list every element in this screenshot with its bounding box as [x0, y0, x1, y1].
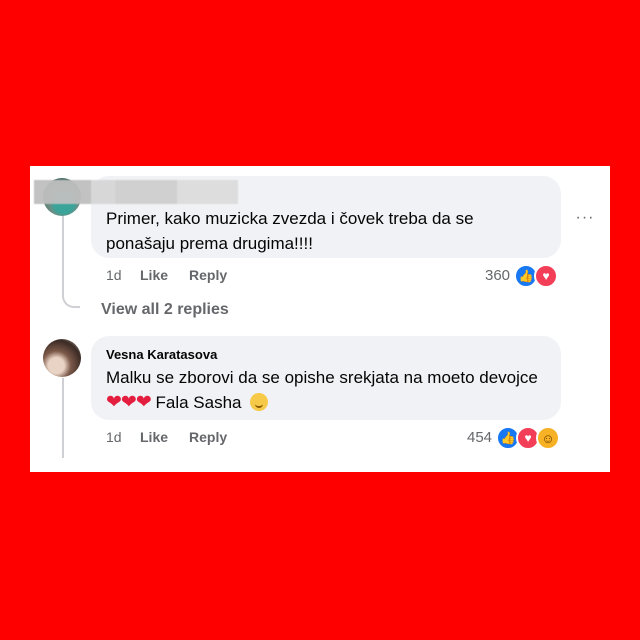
comment-text-line: Fala Sasha [155, 393, 242, 412]
comment-text-line: ponašaju prema drugima!!!! [106, 234, 313, 253]
like-button[interactable]: Like [140, 267, 168, 283]
comment-text: Primer, kako muzicka zvezda i čovek treb… [106, 206, 546, 256]
view-replies-link[interactable]: View all 2 replies [101, 301, 229, 319]
comment-text: Malku se zborovi da se opishe srekjata n… [106, 365, 546, 415]
redacted-author-name [34, 180, 238, 204]
love-icon[interactable]: ♥ [534, 264, 558, 288]
smiling-emoji-icon [250, 393, 269, 411]
avatar[interactable] [43, 339, 81, 377]
reaction-count[interactable]: 360 [485, 267, 510, 284]
comment-text-line: Malku se zborovi da se opishe srekjata n… [106, 368, 538, 387]
reply-button[interactable]: Reply [189, 429, 227, 445]
care-icon[interactable]: ☺ [536, 426, 560, 450]
heart-emoji-icon: ❤❤❤ [106, 392, 152, 413]
thread-connector-line [62, 378, 64, 458]
like-button[interactable]: Like [140, 429, 168, 445]
more-options-icon[interactable]: ··· [574, 208, 596, 228]
comment-text-line: Primer, kako muzicka zvezda i čovek treb… [106, 209, 474, 228]
comment-bubble: Vesna Karatasova Malku se zborovi da se … [91, 336, 561, 420]
comment-timestamp[interactable]: 1d [106, 267, 122, 283]
reaction-count[interactable]: 454 [467, 429, 492, 446]
comment-timestamp[interactable]: 1d [106, 429, 122, 445]
thread-connector-line [62, 215, 64, 297]
comment-author[interactable]: Vesna Karatasova [106, 347, 546, 363]
reply-button[interactable]: Reply [189, 267, 227, 283]
